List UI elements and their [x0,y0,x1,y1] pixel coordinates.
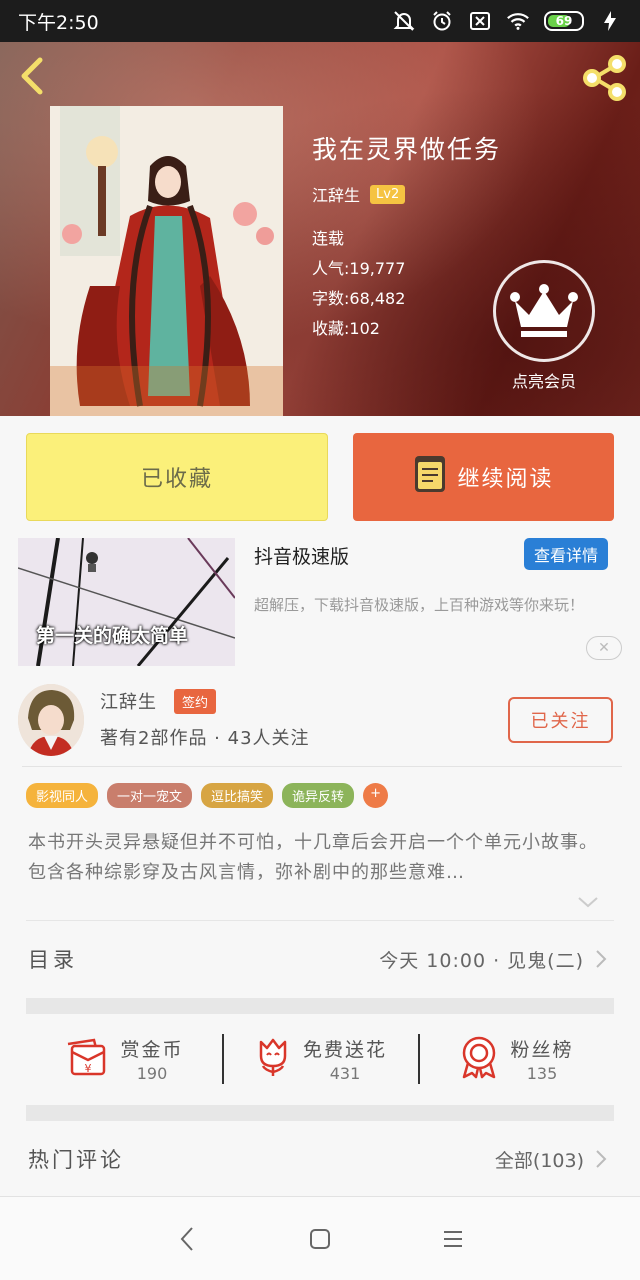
book-hero: 我在灵界做任务 江辞生 Lv2 连载 人气:19,777 字数:68,482 收… [0,42,640,416]
book-description[interactable]: 本书开头灵异悬疑但并不可怕，十几章后会开启一个个单元小故事。包含各种综影穿及古风… [28,828,612,888]
chevron-right-icon [594,1148,608,1170]
signed-badge: 签约 [174,689,217,714]
continue-reading-button[interactable]: 继续阅读 [353,433,614,521]
nav-back-icon[interactable] [167,1219,207,1259]
tag-list: 影视同人 一对一宠文 逗比搞笑 诡异反转 + [26,783,388,808]
share-button[interactable] [580,54,628,102]
catalog-latest-chapter: 今天 10:00 · 见鬼(二) [379,949,584,972]
system-nav-bar [0,1196,640,1280]
wifi-icon [506,9,530,33]
charging-icon [598,9,622,33]
author-stats: 著有2部作品 · 43人关注 [100,728,310,749]
book-favorites: 收藏:102 [312,319,380,338]
book-actions: 已收藏 继续阅读 [26,433,614,521]
stat-value: 431 [329,1064,361,1083]
ad-close-button[interactable]: ✕ [586,636,622,660]
hot-comments-row[interactable]: 热门评论 全部(103) [28,1136,608,1182]
add-tag-button[interactable]: + [363,783,388,808]
tag-chip[interactable]: 影视同人 [26,783,99,808]
follow-button[interactable]: 已关注 [508,697,613,743]
battery-icon: 69 [544,11,584,31]
book-author[interactable]: 江辞生 [312,182,360,206]
all-comments-link[interactable]: 全部(103) [495,1146,584,1173]
medal-icon [458,1035,500,1083]
book-word-count: 字数:68,482 [312,289,406,308]
stat-text: 粉丝榜 135 [510,1035,573,1083]
favorited-button[interactable]: 已收藏 [26,433,328,521]
chevron-right-icon [594,948,608,970]
vip-label: 点亮会员 [511,372,576,391]
author-level-badge: Lv2 [370,184,406,204]
interaction-stats: ¥ 赏金币 190 免费送花 431 粉丝榜 135 [26,1028,614,1090]
author-row: 江辞生 Lv2 [312,182,501,206]
continue-reading-label: 继续阅读 [457,467,554,492]
author-name[interactable]: 江辞生 [100,688,157,714]
fan-ranking-button[interactable]: 粉丝榜 135 [418,1028,614,1090]
stat-label: 免费送花 [302,1039,387,1061]
send-flower-button[interactable]: 免费送花 431 [222,1028,418,1090]
book-info: 我在灵界做任务 江辞生 Lv2 连载 人气:19,777 字数:68,482 收… [312,130,501,344]
author-card[interactable]: 江辞生 签约 著有2部作品 · 43人关注 已关注 [0,680,640,766]
nav-menu-icon[interactable] [433,1219,473,1259]
back-button[interactable] [14,56,54,96]
close-icon: ✕ [598,640,610,656]
section-separator [26,1105,614,1121]
book-popularity: 人气:19,777 [312,259,406,278]
nav-home-icon[interactable] [300,1219,340,1259]
book-cover[interactable] [50,106,283,416]
stat-value: 135 [526,1064,558,1083]
sim-off-icon [468,9,492,33]
stat-value: 190 [136,1064,168,1083]
crown-icon [493,260,595,362]
ad-detail-button[interactable]: 查看详情 [523,538,608,570]
status-icons: 69 [392,9,622,33]
stat-text: 赏金币 190 [120,1035,183,1083]
stat-label: 赏金币 [120,1039,184,1061]
ad-title: 抖音极速版 [254,546,350,568]
favorited-label: 已收藏 [140,467,213,492]
status-time: 下午2:50 [18,11,99,34]
battery-level: 69 [555,14,573,28]
divider [22,766,622,767]
expand-chevron-icon[interactable] [576,894,600,910]
status-bar: 下午2:50 69 [0,0,640,42]
author-avatar[interactable] [18,684,84,756]
mute-bell-icon [392,9,416,33]
ad-thumbnail[interactable]: 第一关的确太简单 [18,538,235,666]
catalog-label: 目录 [28,948,78,972]
ad-thumbnail-caption: 第一关的确太简单 [36,625,189,647]
hot-comments-label: 热门评论 [28,1148,124,1172]
book-title: 我在灵界做任务 [312,135,502,164]
stat-text: 免费送花 431 [303,1035,387,1083]
stat-label: 粉丝榜 [510,1039,574,1061]
tag-chip[interactable]: 逗比搞笑 [201,783,274,808]
section-separator [26,998,614,1014]
flower-icon [253,1036,293,1082]
book-status: 连载 [312,229,345,248]
book-icon [413,454,447,500]
reward-coin-icon: ¥ [64,1036,110,1082]
ad-banner[interactable]: 第一关的确太简单 抖音极速版 查看详情 超解压，下载抖音极速版，上百种游戏等你来… [18,538,622,668]
ad-description: 超解压，下载抖音极速版，上百种游戏等你来玩！ [254,596,585,614]
svg-text:¥: ¥ [85,1062,92,1075]
divider [26,920,614,921]
alarm-icon [430,9,454,33]
tag-chip[interactable]: 诡异反转 [282,783,355,808]
tag-chip[interactable]: 一对一宠文 [107,783,193,808]
reward-coin-button[interactable]: ¥ 赏金币 190 [26,1028,222,1090]
vip-button[interactable]: 点亮会员 [493,260,595,392]
catalog-row[interactable]: 目录 今天 10:00 · 见鬼(二) [28,936,608,982]
